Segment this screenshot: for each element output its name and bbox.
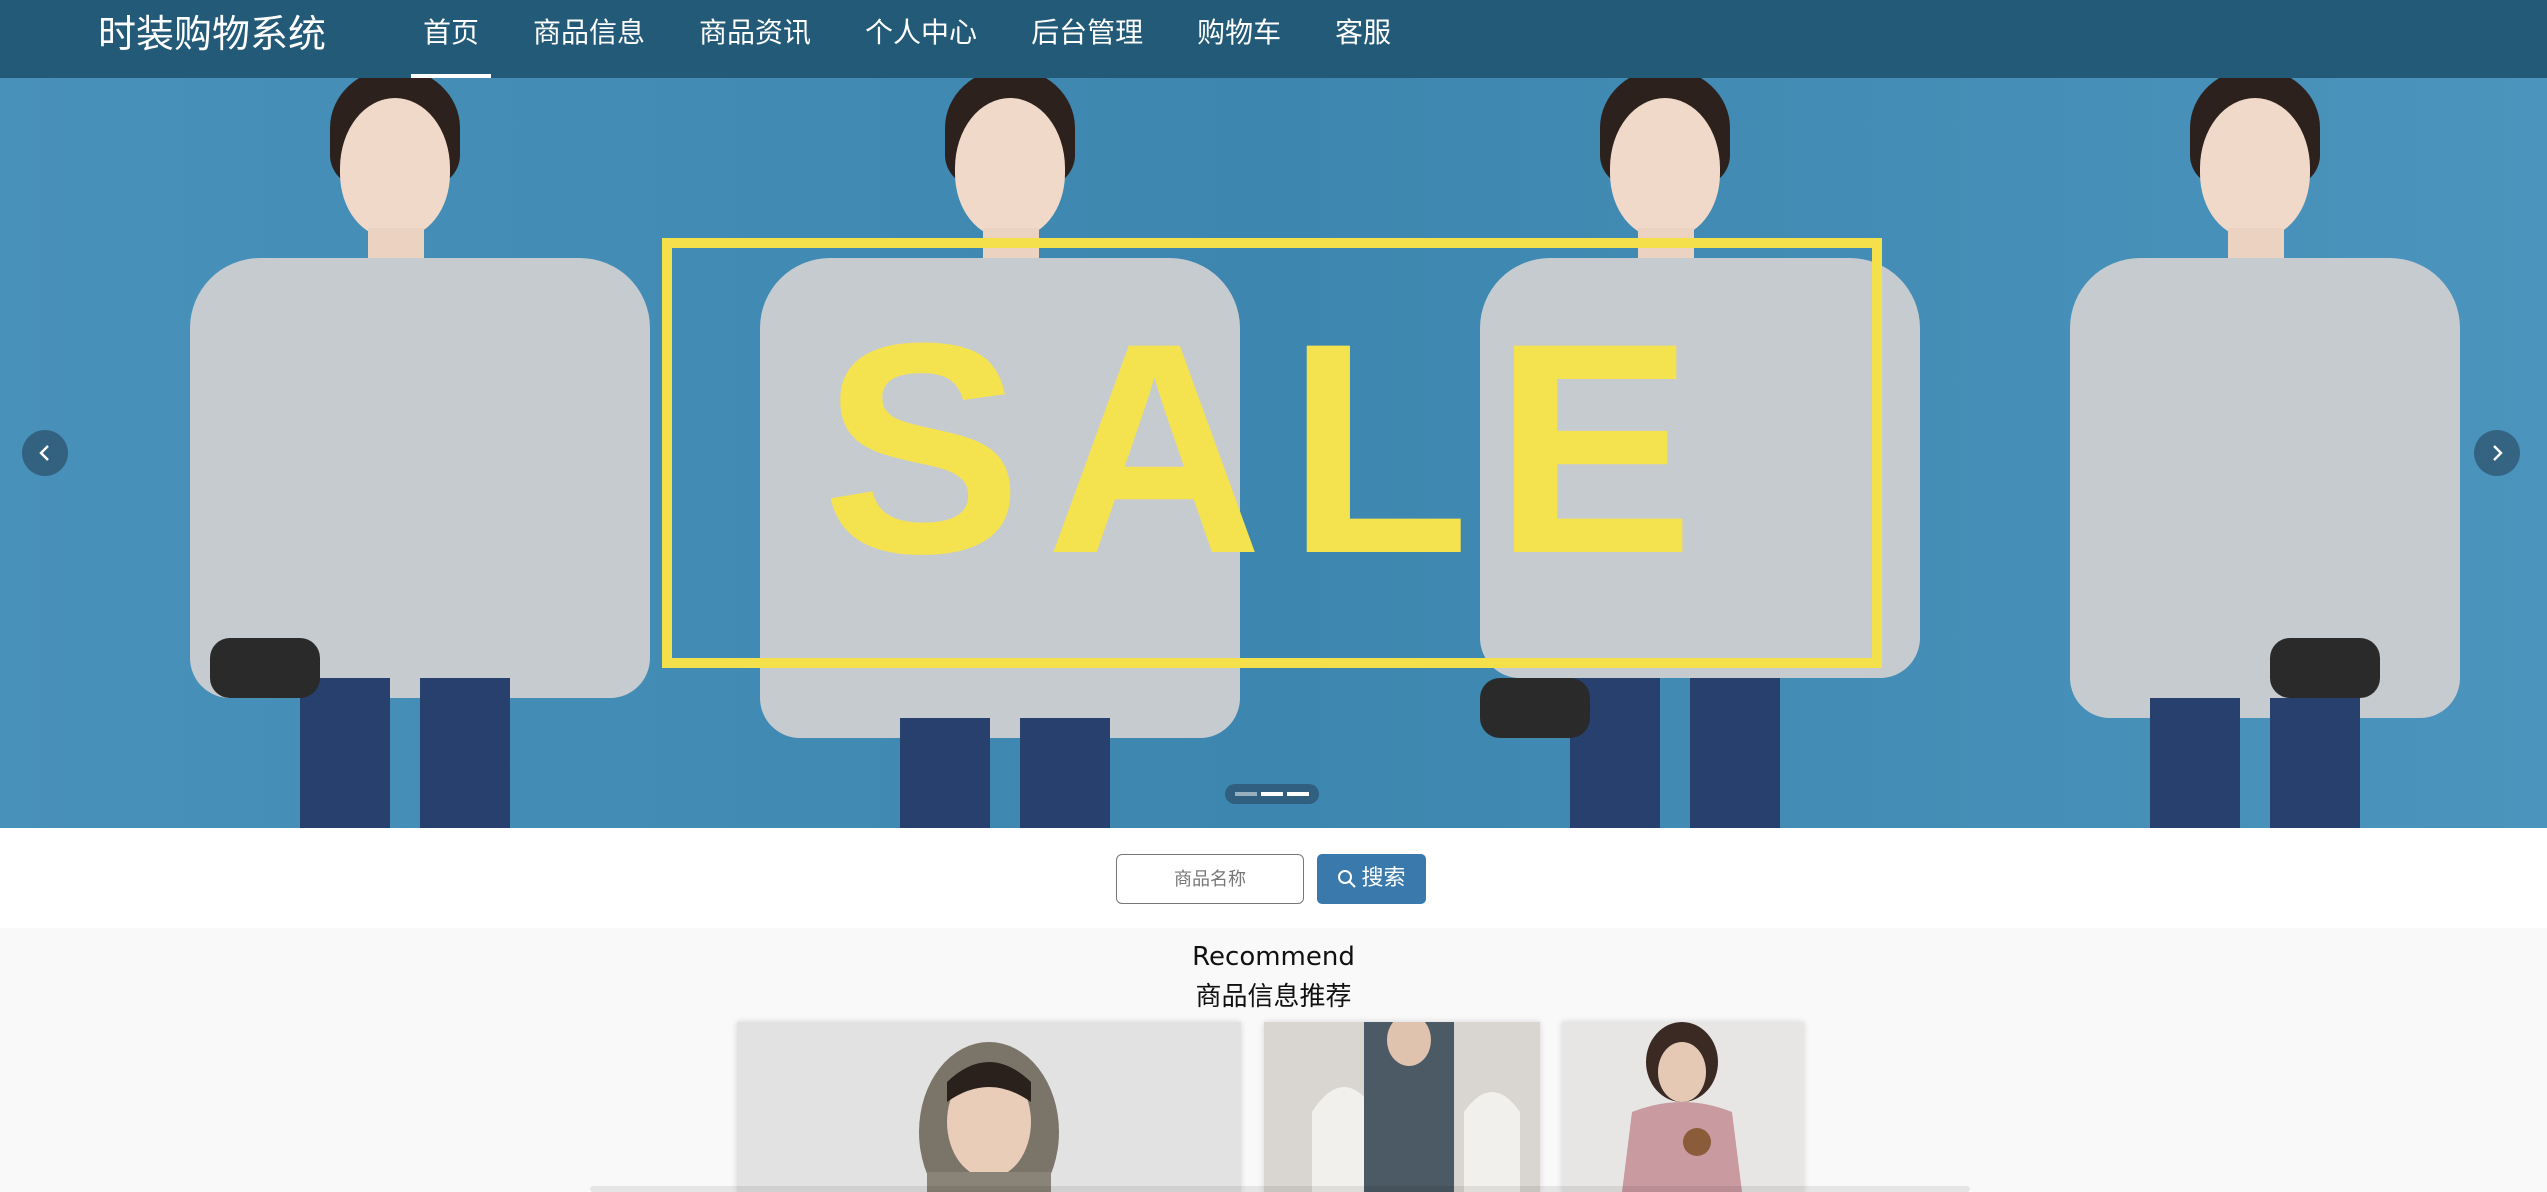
product-image <box>1264 1022 1540 1192</box>
chevron-right-icon <box>2493 445 2503 461</box>
main-nav: 首页 商品信息 商品资讯 个人中心 后台管理 购物车 客服 <box>411 0 1433 78</box>
product-card[interactable] <box>737 1022 1241 1192</box>
nav-item-news[interactable]: 商品资讯 <box>687 0 823 78</box>
product-card[interactable] <box>1264 1022 1540 1192</box>
search-bar: 搜索 <box>0 828 2547 928</box>
nav-item-cart[interactable]: 购物车 <box>1185 0 1293 78</box>
carousel-indicators <box>1225 784 1319 804</box>
search-icon <box>1338 870 1357 888</box>
chevron-left-icon <box>39 445 49 461</box>
banner-model-image <box>2040 78 2500 828</box>
carousel-dot[interactable] <box>1261 792 1283 796</box>
nav-item-home[interactable]: 首页 <box>411 0 492 78</box>
recommend-section: Recommend 商品信息推荐 <box>0 928 2547 1192</box>
carousel-dot[interactable] <box>1235 792 1257 796</box>
carousel-next-button[interactable] <box>2474 430 2520 476</box>
banner-model-image <box>150 78 690 828</box>
recommend-title-zh: 商品信息推荐 <box>1195 982 1352 1012</box>
sale-text: SALE <box>821 280 1719 616</box>
page-shadow <box>590 1186 1970 1192</box>
nav-item-admin[interactable]: 后台管理 <box>1019 0 1155 78</box>
nav-item-products[interactable]: 商品信息 <box>521 0 657 78</box>
hero-carousel[interactable]: SALE <box>0 78 2547 828</box>
carousel-prev-button[interactable] <box>22 430 68 476</box>
carousel-dot[interactable] <box>1287 792 1309 796</box>
nav-item-service[interactable]: 客服 <box>1323 0 1403 78</box>
nav-item-profile[interactable]: 个人中心 <box>853 0 989 78</box>
product-image <box>737 1022 1241 1192</box>
top-navbar: 时装购物系统 首页 商品信息 商品资讯 个人中心 后台管理 购物车 客服 <box>0 0 2547 78</box>
search-button-label: 搜索 <box>1361 866 1406 891</box>
product-image <box>1562 1022 1804 1192</box>
site-brand[interactable]: 时装购物系统 <box>98 10 326 58</box>
recommend-title-en: Recommend <box>1192 942 1355 972</box>
search-input[interactable] <box>1116 854 1304 904</box>
search-button[interactable]: 搜索 <box>1317 854 1426 904</box>
product-card[interactable] <box>1562 1022 1804 1192</box>
